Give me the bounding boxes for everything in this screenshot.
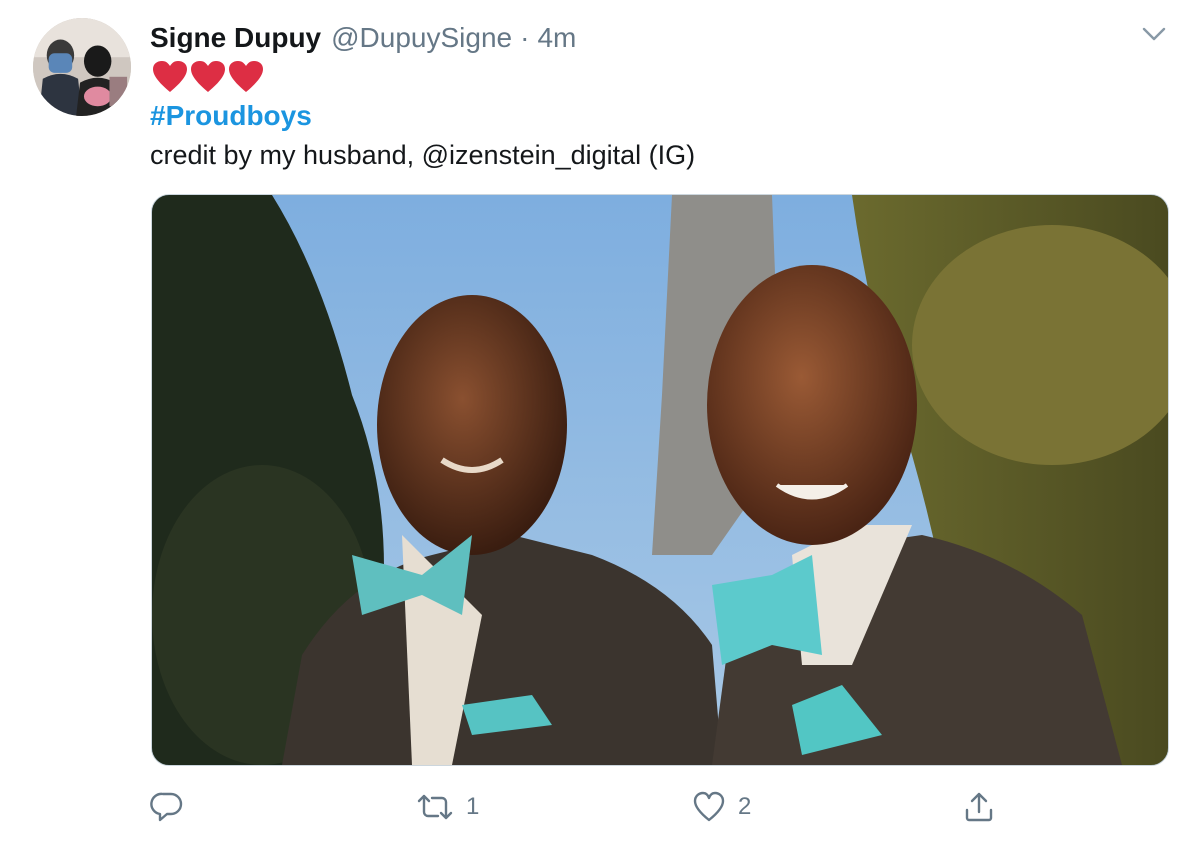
tweet-action-bar: 1 2 xyxy=(0,782,1190,832)
retweet-count: 1 xyxy=(466,793,480,820)
reply-icon xyxy=(150,792,183,822)
like-count: 2 xyxy=(738,793,752,820)
tweet-menu-button[interactable] xyxy=(1140,22,1168,46)
avatar-photo xyxy=(33,18,131,116)
tweet-text: credit by my husband, @izenstein_digital… xyxy=(150,140,696,170)
like-icon xyxy=(693,791,725,822)
chevron-down-icon xyxy=(1142,27,1166,41)
author-display-name[interactable]: Signe Dupuy xyxy=(150,22,321,54)
hashtag-link[interactable]: #Proudboys xyxy=(150,100,312,132)
retweet-icon xyxy=(417,794,453,820)
like-button[interactable]: 2 xyxy=(692,782,751,832)
photo-two-men-in-suits xyxy=(152,195,1168,765)
retweet-button[interactable]: 1 xyxy=(416,782,479,832)
avatar[interactable] xyxy=(33,18,131,116)
reply-button[interactable] xyxy=(150,782,196,832)
heart-emoji-icon xyxy=(153,61,187,92)
heart-emoji-icon xyxy=(229,61,263,92)
tweet-timestamp[interactable]: 4m xyxy=(537,22,576,54)
heart-emoji-icon xyxy=(191,61,225,92)
emoji-row xyxy=(152,60,264,96)
author-handle[interactable]: @DupuySigne xyxy=(331,22,512,54)
share-icon xyxy=(965,792,993,822)
share-button[interactable] xyxy=(962,782,996,832)
tweet: Signe Dupuy @DupuySigne · 4m #Proudboys … xyxy=(0,0,1190,844)
separator-dot: · xyxy=(520,22,530,53)
tweet-photo[interactable] xyxy=(151,194,1169,766)
tweet-header: Signe Dupuy @DupuySigne · 4m xyxy=(150,18,576,58)
